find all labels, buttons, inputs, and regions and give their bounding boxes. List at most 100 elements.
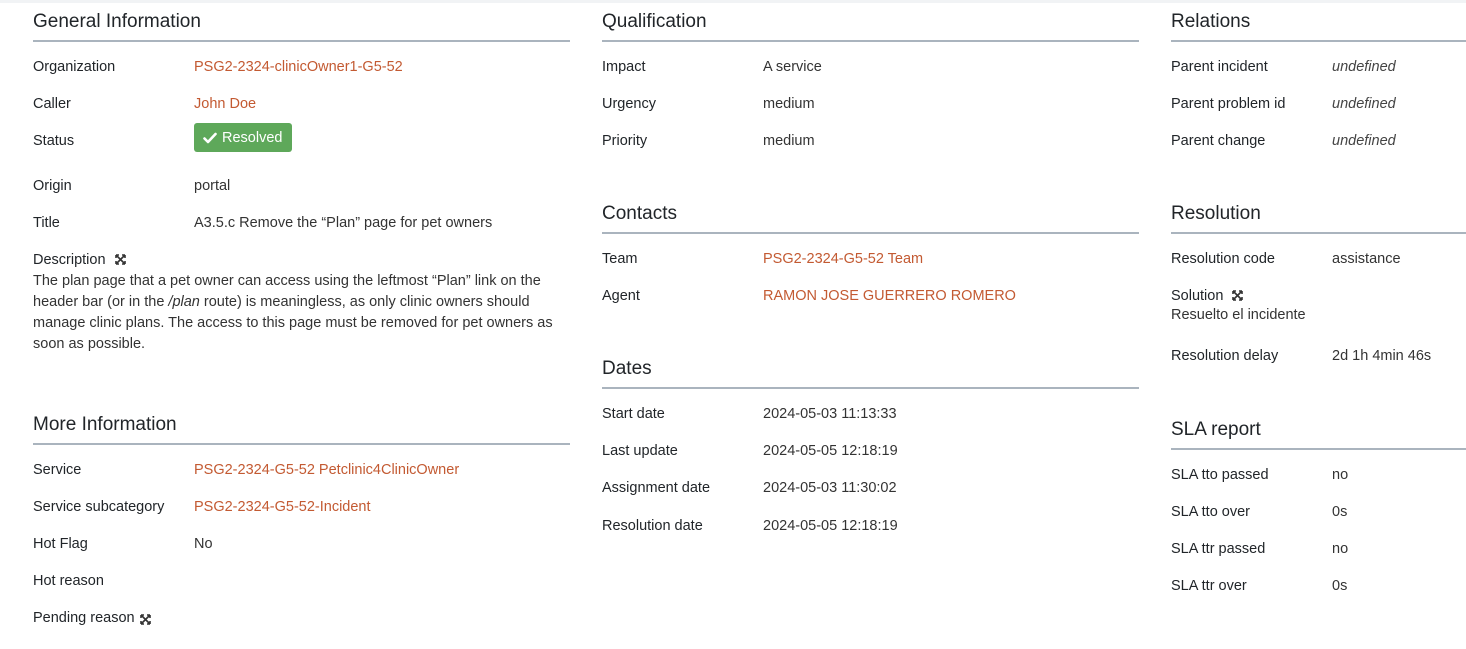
field-label: Assignment date [602, 480, 711, 496]
section-title-sla: SLA report [1171, 408, 1466, 450]
description-text: The plan page that a pet owner can acces… [33, 271, 568, 355]
field-sla-ttr-passed: SLA ttr passed no [1171, 541, 1466, 578]
field-label: Parent problem id [1171, 96, 1286, 112]
agent-link[interactable]: RAMON JOSE GUERRERO ROMERO [763, 288, 1016, 304]
resolution-date-value: 2024-05-05 12:18:19 [763, 518, 898, 534]
field-origin: Origin portal [33, 178, 570, 215]
section-title-relations: Relations [1171, 0, 1466, 42]
field-impact: Impact A service [602, 59, 1139, 96]
priority-value: medium [763, 133, 815, 149]
field-label: Start date [602, 406, 665, 422]
field-solution: Solution Resuelto el incidente [1171, 288, 1466, 348]
field-label: Origin [33, 178, 72, 194]
field-urgency: Urgency medium [602, 96, 1139, 133]
field-label: Agent [602, 288, 640, 304]
urgency-value: medium [763, 96, 815, 112]
organization-link[interactable]: PSG2-2324-clinicOwner1-G5-52 [194, 59, 403, 75]
status-badge: Resolved [194, 123, 293, 152]
field-start-date: Start date 2024-05-03 11:13:33 [602, 406, 1139, 443]
field-priority: Priority medium [602, 133, 1139, 170]
field-label: Description [33, 252, 106, 268]
field-team: Team PSG2-2324-G5-52 Team [602, 251, 1139, 288]
assignment-date-value: 2024-05-03 11:30:02 [763, 480, 897, 496]
field-sla-ttr-over: SLA ttr over 0s [1171, 578, 1466, 615]
check-icon [203, 132, 217, 143]
field-description: Description The plan page that a pet own… [33, 252, 570, 355]
field-label: Team [602, 251, 638, 267]
contacts-section: Contacts Team PSG2-2324-G5-52 Team Agent… [602, 192, 1139, 325]
field-parent-incident: Parent incident undefined [1171, 59, 1466, 96]
field-label: Last update [602, 443, 678, 459]
parent-incident-value: undefined [1332, 59, 1396, 75]
resolution-section: Resolution Resolution code assistance So… [1171, 192, 1466, 385]
field-agent: Agent RAMON JOSE GUERRERO ROMERO [602, 288, 1139, 325]
more-information-section: More Information Service PSG2-2324-G5-52… [33, 403, 570, 647]
field-label: Resolution delay [1171, 348, 1279, 364]
field-label: Caller [33, 96, 71, 112]
sla-ttr-passed-value: no [1332, 541, 1349, 557]
team-link[interactable]: PSG2-2324-G5-52 Team [763, 251, 923, 267]
sla-tto-passed-value: no [1332, 467, 1349, 483]
field-label: SLA ttr passed [1171, 541, 1266, 557]
field-label: Urgency [602, 96, 656, 112]
section-title-qualification: Qualification [602, 0, 1139, 42]
service-link[interactable]: PSG2-2324-G5-52 Petclinic4ClinicOwner [194, 462, 459, 478]
solution-value: Resuelto el incidente [1171, 307, 1306, 323]
field-label: Status [33, 133, 75, 149]
field-label: SLA ttr over [1171, 578, 1247, 594]
field-label: Service subcategory [33, 499, 165, 515]
field-label: SLA tto passed [1171, 467, 1269, 483]
field-status: Status Resolved [33, 123, 570, 178]
field-label: Service [33, 462, 82, 478]
field-resolution-date: Resolution date 2024-05-05 12:18:19 [602, 518, 1139, 555]
field-label: Resolution date [602, 518, 703, 534]
qualification-section: Qualification Impact A service Urgency m… [602, 0, 1139, 170]
general-information-section: General Information Organization PSG2-23… [33, 0, 570, 355]
subcategory-link[interactable]: PSG2-2324-G5-52-Incident [194, 499, 371, 515]
field-label: Hot reason [33, 573, 104, 589]
field-label: Resolution code [1171, 251, 1275, 267]
status-badge-label: Resolved [222, 129, 283, 146]
origin-value: portal [194, 178, 231, 194]
field-label: Parent change [1171, 133, 1266, 149]
field-subcategory: Service subcategory PSG2-2324-G5-52-Inci… [33, 499, 570, 536]
field-hot-flag: Hot Flag No [33, 536, 570, 573]
impact-value: A service [763, 59, 822, 75]
field-service: Service PSG2-2324-G5-52 Petclinic4Clinic… [33, 462, 570, 499]
field-label: Solution [1171, 288, 1224, 304]
section-title-contacts: Contacts [602, 192, 1139, 234]
field-label: Priority [602, 133, 648, 149]
section-title-more: More Information [33, 403, 570, 445]
sla-ttr-over-value: 0s [1332, 578, 1348, 594]
field-hot-reason: Hot reason [33, 573, 570, 610]
field-label: Impact [602, 59, 646, 75]
field-last-update: Last update 2024-05-05 12:18:19 [602, 443, 1139, 480]
field-parent-problem: Parent problem id undefined [1171, 96, 1466, 133]
field-pending-reason: Pending reason [33, 610, 570, 647]
field-sla-tto-over: SLA tto over 0s [1171, 504, 1466, 541]
section-title-resolution: Resolution [1171, 192, 1466, 234]
field-resolution-code: Resolution code assistance [1171, 251, 1466, 288]
expand-icon[interactable] [1232, 290, 1244, 301]
parent-problem-value: undefined [1332, 96, 1396, 112]
field-label: Organization [33, 59, 116, 75]
expand-icon[interactable] [114, 254, 126, 265]
field-resolution-delay: Resolution delay 2d 1h 4min 46s [1171, 348, 1466, 385]
field-parent-change: Parent change undefined [1171, 133, 1466, 170]
sla-tto-over-value: 0s [1332, 504, 1348, 520]
field-organization: Organization PSG2-2324-clinicOwner1-G5-5… [33, 59, 570, 96]
field-label: Title [33, 215, 60, 231]
relations-section: Relations Parent incident undefined Pare… [1171, 0, 1466, 170]
sla-report-section: SLA report SLA tto passed no SLA tto ove… [1171, 408, 1466, 615]
expand-icon[interactable] [139, 614, 151, 625]
description-route: /plan [168, 294, 200, 310]
field-title: Title A3.5.c Remove the “Plan” page for … [33, 215, 570, 252]
field-label: Pending reason [33, 610, 135, 626]
field-label: Hot Flag [33, 536, 88, 552]
field-assignment-date: Assignment date 2024-05-03 11:30:02 [602, 480, 1139, 518]
caller-link[interactable]: John Doe [194, 96, 256, 112]
last-update-value: 2024-05-05 12:18:19 [763, 443, 898, 459]
dates-section: Dates Start date 2024-05-03 11:13:33 Las… [602, 347, 1139, 555]
section-title-general: General Information [33, 0, 570, 42]
field-sla-tto-passed: SLA tto passed no [1171, 467, 1466, 504]
